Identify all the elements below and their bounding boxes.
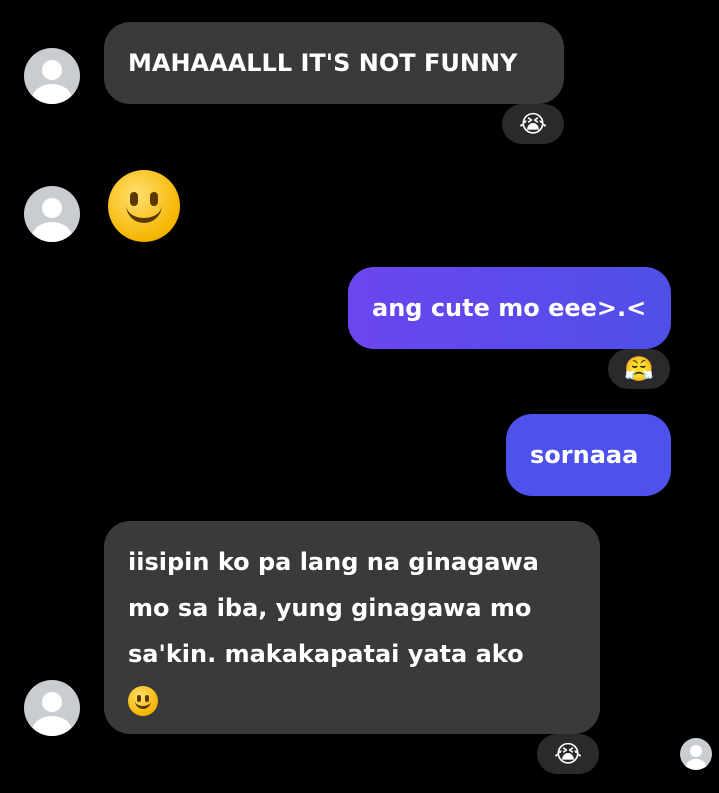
avatar-head xyxy=(42,692,62,712)
huffing-face-icon: 😤 xyxy=(624,355,654,383)
message-text: sornaaa xyxy=(530,441,639,469)
avatar-shoulders xyxy=(32,84,72,104)
avatar-shoulders xyxy=(685,759,707,770)
reaction-badge[interactable]: 😭 xyxy=(537,734,599,774)
message-text: MAHAAALLL IT'S NOT FUNNY xyxy=(128,49,518,77)
smiling-face-icon xyxy=(128,686,158,716)
contact-avatar[interactable] xyxy=(24,48,80,104)
reaction-badge[interactable]: 😭 xyxy=(502,104,564,144)
avatar-shoulders xyxy=(32,716,72,736)
avatar-shoulders xyxy=(32,222,72,242)
message-line: sa'kin. makakapatai yata ako xyxy=(128,640,524,668)
avatar-head xyxy=(42,198,62,218)
message-text: ang cute mo eee>.< xyxy=(372,294,647,322)
crying-face-icon: 😭 xyxy=(553,740,583,768)
message-line xyxy=(128,677,576,723)
incoming-message-bubble[interactable]: iisipin ko pa lang na ginagawa mo sa iba… xyxy=(104,521,600,734)
message-line: mo sa iba, yung ginagawa mo xyxy=(128,594,532,622)
crying-face-icon: 😭 xyxy=(518,110,548,138)
contact-avatar[interactable] xyxy=(24,186,80,242)
contact-avatar[interactable] xyxy=(24,680,80,736)
emoji-mouth xyxy=(126,200,162,223)
outgoing-message-bubble[interactable]: ang cute mo eee>.< xyxy=(348,267,671,349)
seen-avatar xyxy=(680,738,712,770)
smiling-face-icon[interactable] xyxy=(108,170,180,242)
incoming-message-bubble[interactable]: MAHAAALLL IT'S NOT FUNNY xyxy=(104,22,564,104)
avatar-head xyxy=(42,60,62,80)
avatar-head xyxy=(690,745,702,757)
message-line: iisipin ko pa lang na ginagawa xyxy=(128,548,539,576)
reaction-badge[interactable]: 😤 xyxy=(608,349,670,389)
outgoing-message-bubble[interactable]: sornaaa xyxy=(506,414,671,496)
emoji-mouth xyxy=(135,698,151,709)
